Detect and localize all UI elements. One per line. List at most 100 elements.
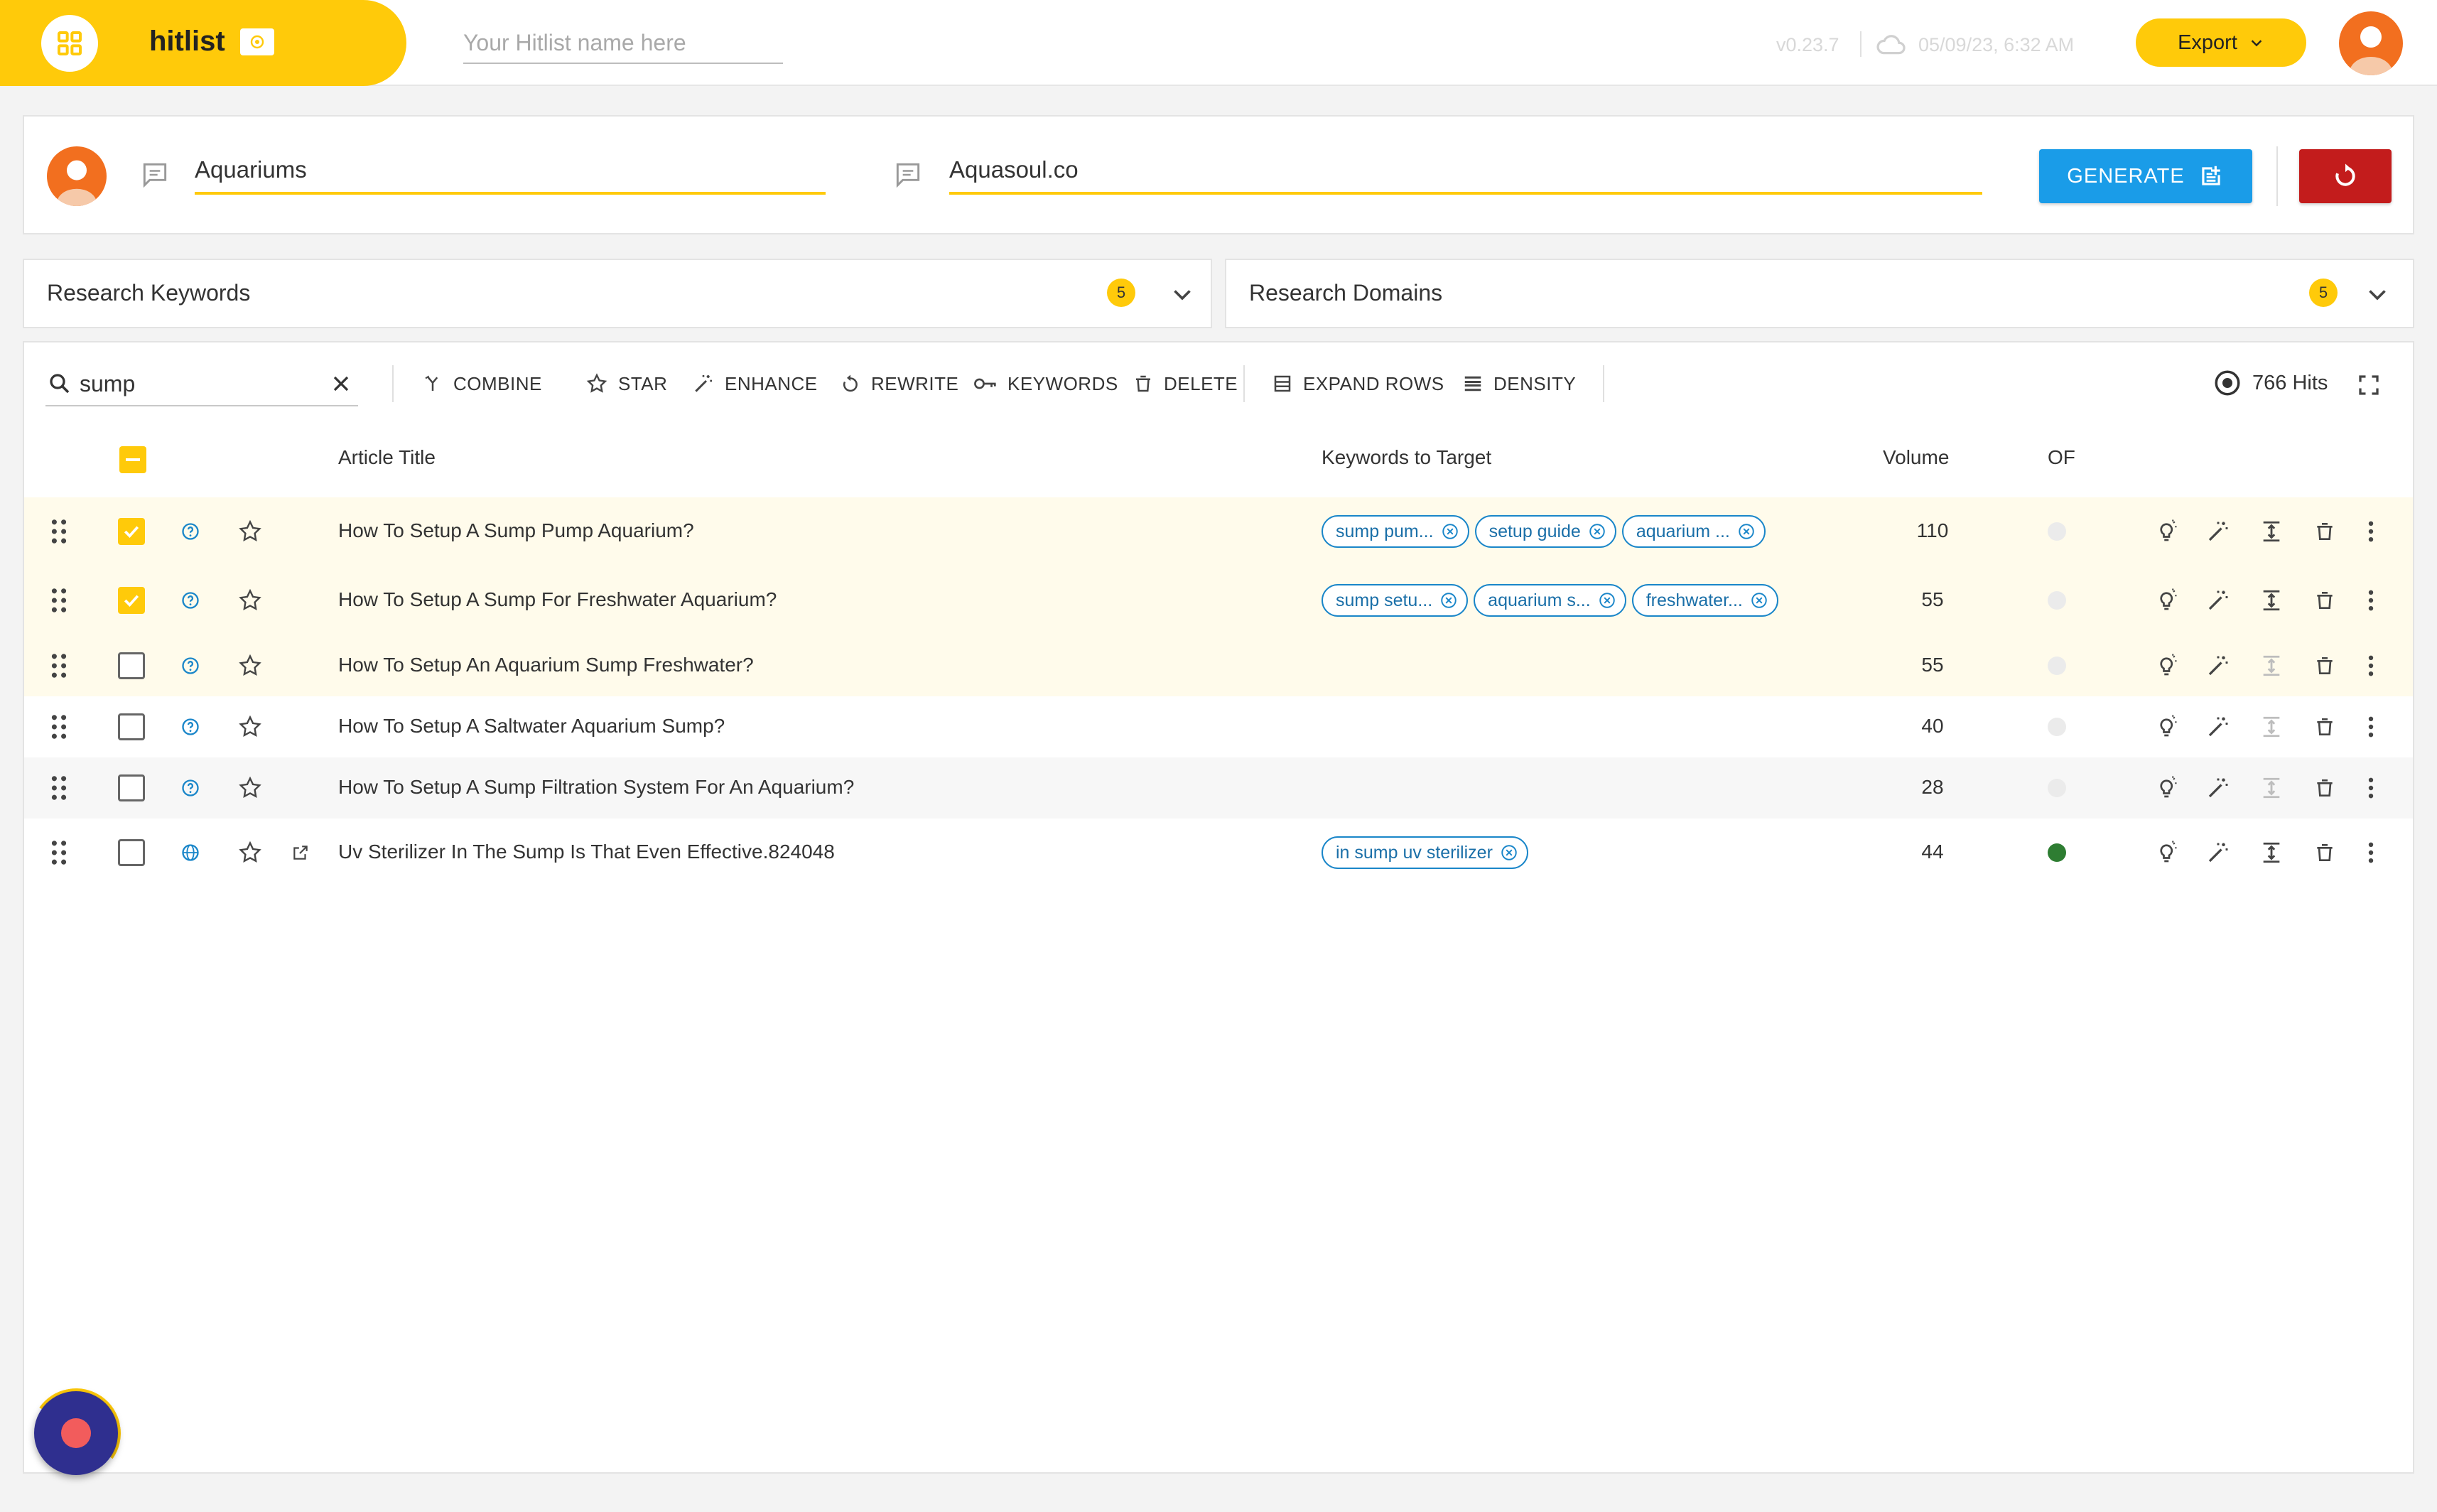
hitlist-name-input[interactable] (463, 23, 783, 64)
more-vertical-icon[interactable] (2367, 777, 2374, 799)
delete-button[interactable]: DELETE (1133, 367, 1238, 401)
chevron-down-icon[interactable] (2365, 281, 2390, 307)
star-icon[interactable] (237, 714, 263, 740)
table-row[interactable]: How To Setup An Aquarium Sump Freshwater… (24, 635, 2413, 696)
rewrite-button[interactable]: REWRITE (840, 367, 958, 401)
magic-wand-icon[interactable] (2205, 775, 2231, 801)
row-checkbox[interactable] (118, 839, 145, 866)
trash-icon[interactable] (2313, 777, 2336, 799)
star-icon[interactable] (237, 588, 263, 613)
expand-rows-button[interactable]: EXPAND ROWS (1272, 367, 1444, 401)
remove-chip-icon[interactable] (1500, 843, 1518, 862)
drag-handle-icon[interactable] (51, 714, 67, 740)
article-title[interactable]: How To Setup A Saltwater Aquarium Sump? (338, 715, 725, 739)
drag-handle-icon[interactable] (51, 519, 67, 544)
keyword-chip[interactable]: freshwater... (1631, 584, 1778, 617)
table-row[interactable]: How To Setup A Saltwater Aquarium Sump? 4… (24, 696, 2413, 757)
expand-row-icon[interactable] (2259, 519, 2284, 544)
magic-wand-icon[interactable] (2205, 714, 2231, 740)
ideas-icon[interactable] (2154, 775, 2180, 801)
remove-chip-icon[interactable] (1750, 591, 1768, 610)
header-article-title[interactable]: Article Title (338, 446, 436, 469)
record-fab-button[interactable] (34, 1391, 118, 1475)
more-vertical-icon[interactable] (2367, 841, 2374, 864)
close-icon[interactable] (328, 371, 354, 396)
table-row[interactable]: How To Setup A Sump Filtration System Fo… (24, 757, 2413, 819)
drag-handle-icon[interactable] (51, 775, 67, 801)
row-checkbox[interactable] (118, 713, 145, 740)
remove-chip-icon[interactable] (1588, 522, 1606, 541)
row-checkbox[interactable] (118, 774, 145, 801)
expand-row-icon[interactable] (2259, 776, 2284, 800)
expand-row-icon[interactable] (2259, 588, 2284, 612)
article-title[interactable]: How To Setup A Sump For Freshwater Aquar… (338, 588, 777, 612)
keyword-chip[interactable]: sump pum... (1322, 515, 1469, 548)
star-icon[interactable] (237, 840, 263, 865)
keyword-chip[interactable]: aquarium s... (1474, 584, 1626, 617)
research-keywords-panel[interactable]: Research Keywords 5 (23, 259, 1212, 328)
generate-button[interactable]: GENERATE (2039, 149, 2252, 203)
article-title[interactable]: How To Setup A Sump Pump Aquarium? (338, 519, 694, 544)
ideas-icon[interactable] (2154, 653, 2180, 679)
row-checkbox[interactable] (118, 518, 145, 545)
chevron-down-icon[interactable] (1169, 281, 1195, 307)
table-row[interactable]: How To Setup A Sump For Freshwater Aquar… (24, 566, 2413, 635)
magic-wand-icon[interactable] (2205, 588, 2231, 613)
magic-wand-icon[interactable] (2205, 519, 2231, 544)
density-button[interactable]: DENSITY (1462, 367, 1576, 401)
export-button[interactable]: Export (2136, 18, 2306, 67)
more-vertical-icon[interactable] (2367, 654, 2374, 677)
more-vertical-icon[interactable] (2367, 520, 2374, 543)
keywords-button[interactable]: KEYWORDS (973, 367, 1118, 401)
drag-handle-icon[interactable] (51, 840, 67, 865)
ideas-icon[interactable] (2154, 519, 2180, 544)
remove-chip-icon[interactable] (1598, 591, 1616, 610)
apps-button[interactable] (41, 15, 98, 72)
star-icon[interactable] (237, 775, 263, 801)
keyword-chip[interactable]: sump setu... (1322, 584, 1469, 617)
research-domains-panel[interactable]: Research Domains 5 (1225, 259, 2414, 328)
drag-handle-icon[interactable] (51, 588, 67, 613)
remove-chip-icon[interactable] (1441, 522, 1459, 541)
drag-handle-icon[interactable] (51, 653, 67, 679)
magic-wand-icon[interactable] (2205, 840, 2231, 865)
magic-wand-icon[interactable] (2205, 653, 2231, 679)
header-volume[interactable]: Volume (1883, 446, 1949, 469)
header-keywords[interactable]: Keywords to Target (1322, 446, 1491, 469)
enhance-button[interactable]: ENHANCE (692, 367, 818, 401)
reset-button[interactable] (2299, 149, 2392, 203)
topic-field[interactable]: Aquariums (195, 151, 826, 195)
trash-icon[interactable] (2313, 654, 2336, 677)
search-input[interactable] (80, 368, 314, 399)
article-title[interactable]: How To Setup A Sump Filtration System Fo… (338, 776, 854, 800)
keyword-chip[interactable]: setup guide (1474, 515, 1616, 548)
expand-row-icon[interactable] (2259, 654, 2284, 678)
expand-row-icon[interactable] (2259, 715, 2284, 739)
star-icon[interactable] (237, 519, 263, 544)
row-checkbox[interactable] (118, 587, 145, 614)
combine-button[interactable]: COMBINE (422, 367, 542, 401)
keyword-chip[interactable]: in sump uv sterilizer (1322, 836, 1528, 869)
trash-icon[interactable] (2313, 716, 2336, 738)
ideas-icon[interactable] (2154, 714, 2180, 740)
fullscreen-icon[interactable] (2356, 372, 2382, 398)
domain-field[interactable]: Aquasoul.co (949, 151, 1982, 195)
more-vertical-icon[interactable] (2367, 589, 2374, 612)
header-of[interactable]: OF (2048, 446, 2075, 469)
ideas-icon[interactable] (2154, 588, 2180, 613)
table-row[interactable]: How To Setup A Sump Pump Aquarium? sump p… (24, 497, 2413, 566)
trash-icon[interactable] (2313, 841, 2336, 864)
select-all-checkbox[interactable] (119, 446, 146, 473)
more-vertical-icon[interactable] (2367, 716, 2374, 738)
ideas-icon[interactable] (2154, 840, 2180, 865)
keyword-chip[interactable]: aquarium ... (1621, 515, 1766, 548)
article-title[interactable]: Uv Sterilizer In The Sump Is That Even E… (338, 841, 835, 865)
external-link-icon[interactable] (291, 843, 310, 862)
expand-row-icon[interactable] (2259, 841, 2284, 865)
trash-icon[interactable] (2313, 589, 2336, 612)
remove-chip-icon[interactable] (1737, 522, 1756, 541)
user-avatar-top[interactable] (2339, 11, 2403, 75)
star-icon[interactable] (237, 653, 263, 679)
article-title[interactable]: How To Setup An Aquarium Sump Freshwater… (338, 654, 754, 678)
table-row[interactable]: Uv Sterilizer In The Sump Is That Even E… (24, 819, 2413, 887)
